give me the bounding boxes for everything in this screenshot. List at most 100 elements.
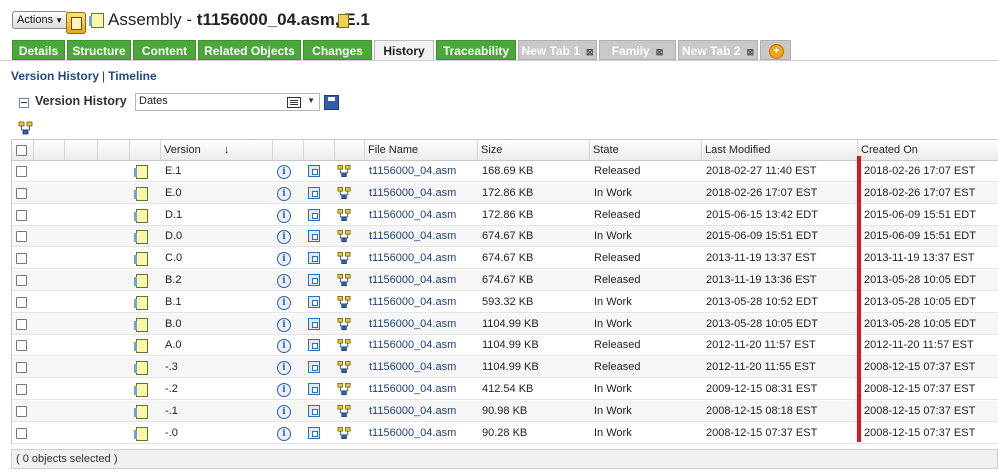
info-icon[interactable]: i xyxy=(277,274,291,288)
file-name-link[interactable]: t1156000_04.asm xyxy=(366,401,456,422)
row-checkbox[interactable] xyxy=(16,166,27,177)
header-state[interactable]: State xyxy=(590,140,702,160)
select-all-checkbox[interactable] xyxy=(16,145,27,156)
structure-tree-icon[interactable] xyxy=(337,164,352,178)
structure-tree-icon[interactable] xyxy=(337,208,352,222)
tab-new-tab-2[interactable]: New Tab 2 ⊠ xyxy=(678,40,758,60)
table-row[interactable]: C.0 i t1156000_04.asm 674.67 KB Released 2013… xyxy=(12,248,998,270)
view-icon[interactable] xyxy=(308,165,320,177)
file-name-link[interactable]: t1156000_04.asm xyxy=(366,248,456,269)
tab-traceability[interactable]: Traceability xyxy=(436,40,516,60)
header-file-name[interactable]: File Name xyxy=(365,140,478,160)
table-row[interactable]: B.1 i t1156000_04.asm 593.32 KB In Work 2013-… xyxy=(12,292,998,313)
row-checkbox[interactable] xyxy=(16,427,27,439)
header-size[interactable]: Size xyxy=(478,140,590,160)
view-icon[interactable] xyxy=(308,230,320,243)
structure-tree-icon[interactable] xyxy=(337,251,352,265)
view-icon[interactable] xyxy=(308,317,320,330)
view-icon[interactable] xyxy=(308,361,320,374)
table-row[interactable]: -.0 i t1156000_04.asm 90.28 KB In Work 2008-1… xyxy=(12,423,998,444)
timeline-link[interactable]: Timeline xyxy=(108,69,156,83)
table-row[interactable]: D.1 i t1156000_04.asm 172.86 KB Released 2015… xyxy=(12,205,998,226)
view-select[interactable]: Dates ▼ xyxy=(135,93,320,111)
tab-related-objects[interactable]: Related Objects xyxy=(198,40,301,60)
table-row[interactable]: B.0 i t1156000_04.asm 1104.99 KB In Work 2013… xyxy=(12,313,998,335)
table-row[interactable]: B.2 i t1156000_04.asm 674.67 KB Released 2013… xyxy=(12,270,998,291)
row-checkbox[interactable] xyxy=(16,253,27,265)
view-icon[interactable] xyxy=(308,186,320,199)
table-row[interactable]: E.1 i t1156000_04.asm 168.69 KB Released 2018… xyxy=(12,161,998,182)
tab-changes[interactable]: Changes xyxy=(303,40,372,60)
save-icon[interactable] xyxy=(324,95,339,110)
row-checkbox[interactable] xyxy=(16,405,27,417)
row-checkbox[interactable] xyxy=(16,384,27,395)
info-icon[interactable]: i xyxy=(277,426,291,441)
info-icon[interactable]: i xyxy=(277,361,291,376)
structure-tree-icon[interactable] xyxy=(337,186,352,200)
collapse-icon[interactable] xyxy=(19,98,29,108)
tab-new-tab-1[interactable]: New Tab 1 ⊠ xyxy=(518,40,597,60)
info-icon[interactable]: i xyxy=(277,317,291,332)
row-checkbox[interactable] xyxy=(16,187,27,199)
add-tab-button[interactable]: + xyxy=(760,40,791,60)
header-select-all[interactable] xyxy=(12,140,34,160)
view-icon[interactable] xyxy=(308,252,320,265)
file-name-link[interactable]: t1156000_04.asm xyxy=(366,335,456,356)
file-name-link[interactable]: t1156000_04.asm xyxy=(366,226,456,247)
row-checkbox[interactable] xyxy=(16,340,27,352)
row-checkbox[interactable] xyxy=(16,209,27,221)
file-name-link[interactable]: t1156000_04.asm xyxy=(366,292,456,313)
file-name-link[interactable]: t1156000_04.asm xyxy=(366,357,456,378)
file-name-link[interactable]: t1156000_04.asm xyxy=(366,205,456,226)
tab-structure[interactable]: Structure xyxy=(67,40,131,60)
close-tab-icon[interactable]: ⊠ xyxy=(586,47,594,57)
version-history-link[interactable]: Version History xyxy=(11,69,99,83)
view-icon[interactable] xyxy=(308,404,320,417)
header-last-modified[interactable]: Last Modified xyxy=(702,140,858,160)
info-icon[interactable]: i xyxy=(277,295,291,310)
info-icon[interactable]: i xyxy=(277,165,291,179)
info-icon[interactable]: i xyxy=(277,404,291,419)
info-icon[interactable]: i xyxy=(277,339,291,354)
file-name-link[interactable]: t1156000_04.asm xyxy=(366,314,456,335)
info-icon[interactable]: i xyxy=(277,383,291,397)
table-row[interactable]: -.2 i t1156000_04.asm 412.54 KB In Work 2009-… xyxy=(12,379,998,400)
header-created-on[interactable]: Created On xyxy=(858,140,998,160)
info-icon[interactable]: i xyxy=(277,208,291,223)
file-name-link[interactable]: t1156000_04.asm xyxy=(366,379,456,400)
actions-button[interactable]: Actions ▼ xyxy=(12,11,68,29)
structure-tree-icon[interactable] xyxy=(337,426,352,440)
row-checkbox[interactable] xyxy=(16,296,27,308)
header-version[interactable]: Version ↓ xyxy=(161,140,273,160)
tab-family[interactable]: Family ⊠ xyxy=(599,40,676,60)
row-checkbox[interactable] xyxy=(16,231,27,243)
structure-tree-icon[interactable] xyxy=(337,273,352,287)
structure-tree-icon[interactable] xyxy=(337,295,352,309)
tab-history[interactable]: History xyxy=(374,40,434,60)
view-icon[interactable] xyxy=(308,208,320,221)
table-row[interactable]: D.0 i t1156000_04.asm 674.67 KB In Work 2015-… xyxy=(12,226,998,248)
table-row[interactable]: E.0 i t1156000_04.asm 172.86 KB In Work 2018-… xyxy=(12,182,998,204)
structure-tree-icon[interactable] xyxy=(337,338,352,352)
info-icon[interactable]: i xyxy=(277,252,291,267)
table-row[interactable]: -.3 i t1156000_04.asm 1104.99 KB Released 201… xyxy=(12,357,998,379)
file-name-link[interactable]: t1156000_04.asm xyxy=(366,183,456,204)
row-checkbox[interactable] xyxy=(16,362,27,374)
structure-tree-icon[interactable] xyxy=(337,317,352,331)
structure-tree-icon[interactable] xyxy=(337,229,352,243)
row-checkbox[interactable] xyxy=(16,318,27,330)
tab-content[interactable]: Content xyxy=(133,40,196,60)
file-name-link[interactable]: t1156000_04.asm xyxy=(366,161,456,182)
view-icon[interactable] xyxy=(308,339,320,352)
file-name-link[interactable]: t1156000_04.asm xyxy=(366,270,456,291)
row-checkbox[interactable] xyxy=(16,275,27,286)
structure-tree-icon[interactable] xyxy=(337,360,352,374)
view-icon[interactable] xyxy=(308,383,320,395)
close-tab-icon[interactable]: ⊠ xyxy=(656,47,664,57)
view-icon[interactable] xyxy=(308,274,320,286)
info-icon[interactable]: i xyxy=(277,230,291,245)
view-icon[interactable] xyxy=(308,295,320,308)
tab-details[interactable]: Details xyxy=(12,40,65,60)
table-row[interactable]: A.0 i t1156000_04.asm 1104.99 KB Released 201… xyxy=(12,335,998,357)
table-row[interactable]: -.1 i t1156000_04.asm 90.98 KB In Work 2008-1… xyxy=(12,400,998,422)
